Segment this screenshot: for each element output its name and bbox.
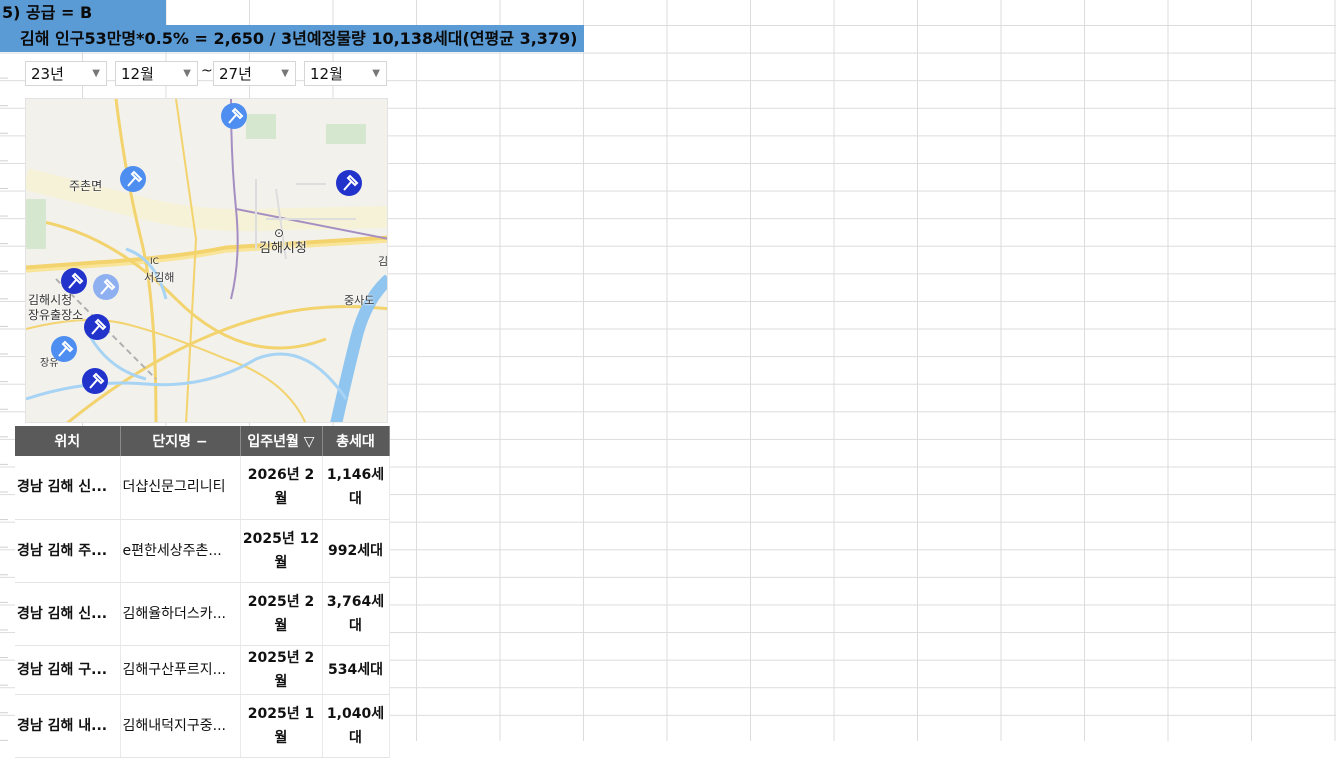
auction-hammer-icon[interactable] xyxy=(81,367,109,395)
dropdown-arrow-icon: ▼ xyxy=(372,68,380,79)
cell-complex-name: 김해구산푸르지... xyxy=(120,645,241,695)
map-label-juchon: 주촌면 xyxy=(69,179,103,193)
map-label-junsado: 중사도 xyxy=(344,294,375,307)
cell-total-units: 1,146세대 xyxy=(322,456,390,520)
to-year-select[interactable]: 27년 ▼ xyxy=(213,61,296,86)
map-label-seogimhae: 서김해 xyxy=(144,271,175,284)
auction-hammer-icon[interactable] xyxy=(119,165,147,193)
table-row[interactable]: 경남 김해 신... 더샵신문그리니티 2026년 2월 1,146세대 xyxy=(15,456,390,520)
cell-move-in-date: 2025년 2월 xyxy=(240,645,323,695)
row-gridlines xyxy=(0,50,8,741)
auction-hammer-icon[interactable] xyxy=(50,335,78,363)
cell-location: 경남 김해 신... xyxy=(15,582,121,646)
cell-move-in-date: 2025년 1월 xyxy=(240,694,323,758)
auction-hammer-icon[interactable] xyxy=(335,169,363,197)
dropdown-arrow-icon: ▼ xyxy=(92,68,100,79)
from-month-value: 12월 xyxy=(121,65,154,83)
cell-move-in-date: 2025년 12월 xyxy=(240,519,323,583)
cell-location: 경남 김해 신... xyxy=(15,456,121,520)
table-row[interactable]: 경남 김해 신... 김해율하더스카... 2025년 2월 3,764세대 xyxy=(15,582,390,646)
range-separator: ~ xyxy=(201,63,213,79)
header-total-units[interactable]: 총세대 xyxy=(322,426,390,456)
supply-table: 위치 단지명 − 입주년월 ▽ 총세대 경남 김해 신... 더샵신문그리니티 … xyxy=(15,426,390,758)
section-title[interactable]: 5) 공급 = B xyxy=(0,0,166,25)
table-row[interactable]: 경남 김해 내... 김해내덕지구중... 2025년 1월 1,040세대 xyxy=(15,694,390,758)
cell-location: 경남 김해 내... xyxy=(15,694,121,758)
dropdown-arrow-icon: ▼ xyxy=(183,68,191,79)
from-year-select[interactable]: 23년 ▼ xyxy=(25,61,107,86)
from-year-value: 23년 xyxy=(31,65,64,83)
header-location[interactable]: 위치 xyxy=(15,426,121,456)
map-label-city-hall: 김해시청 xyxy=(259,241,307,256)
cell-location: 경남 김해 구... xyxy=(15,645,121,695)
table-row[interactable]: 경남 김해 구... 김해구산푸르지... 2025년 2월 534세대 xyxy=(15,645,390,695)
header-move-in-date[interactable]: 입주년월 ▽ xyxy=(240,426,323,456)
map-view[interactable]: 주촌면 ⊙ 김해시청 IC 서김해 중사도 김해시청 장유출장소 장유 김 xyxy=(25,98,388,423)
from-month-select[interactable]: 12월 ▼ xyxy=(115,61,198,86)
dropdown-arrow-icon: ▼ xyxy=(281,68,289,79)
auction-hammer-icon[interactable] xyxy=(220,102,248,130)
table-header-row: 위치 단지명 − 입주년월 ▽ 총세대 xyxy=(15,426,390,456)
supply-summary[interactable]: 김해 인구53만명*0.5% = 2,650 / 3년예정물량 10,138세대… xyxy=(0,25,584,52)
cell-complex-name: 김해내덕지구중... xyxy=(120,694,241,758)
cell-move-in-date: 2026년 2월 xyxy=(240,456,323,520)
cell-complex-name: e편한세상주촌... xyxy=(120,519,241,583)
to-month-value: 12월 xyxy=(310,65,343,83)
cell-total-units: 534세대 xyxy=(322,645,390,695)
cell-location: 경남 김해 주... xyxy=(15,519,121,583)
cell-total-units: 3,764세대 xyxy=(322,582,390,646)
map-label-ic: IC xyxy=(150,257,159,267)
auction-hammer-icon[interactable] xyxy=(83,313,111,341)
cell-complex-name: 더샵신문그리니티 xyxy=(120,456,241,520)
header-complex-name[interactable]: 단지명 − xyxy=(120,426,241,456)
table-row[interactable]: 경남 김해 주... e편한세상주촌... 2025년 12월 992세대 xyxy=(15,519,390,583)
cell-total-units: 992세대 xyxy=(322,519,390,583)
to-month-select[interactable]: 12월 ▼ xyxy=(304,61,387,86)
to-year-value: 27년 xyxy=(219,65,252,83)
map-label-place-line2: 장유출장소 xyxy=(28,308,84,322)
cell-move-in-date: 2025년 2월 xyxy=(240,582,323,646)
map-label-edge: 김 xyxy=(378,255,388,268)
auction-hammer-icon[interactable] xyxy=(60,267,88,295)
cell-complex-name: 김해율하더스카... xyxy=(120,582,241,646)
auction-hammer-icon[interactable] xyxy=(92,273,120,301)
cell-total-units: 1,040세대 xyxy=(322,694,390,758)
